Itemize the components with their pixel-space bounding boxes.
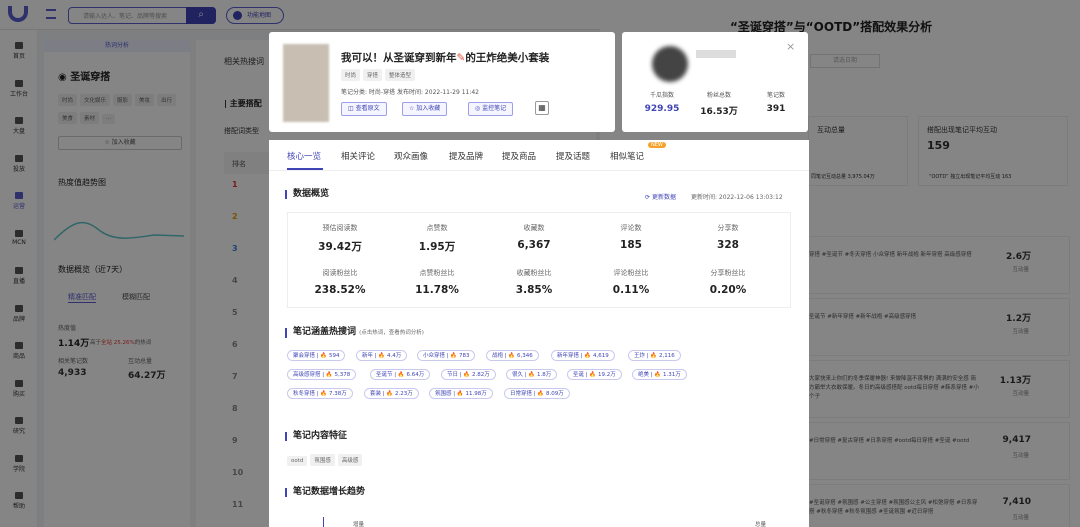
hot-keyword-tag[interactable]: 战袍 | 🔥 6,346	[486, 350, 539, 361]
hot-keyword-tag[interactable]: 很久 | 🔥 1.8万	[506, 369, 558, 380]
note-meta: 笔记分类: 时尚-穿搭 发布时间: 2022-11-29 11:42	[341, 89, 479, 96]
note-detail-modal: 核心一览 相关评论 观众画像 提及品牌 提及商品 提及话题 相似笔记 NEW 数据概览 ⟳ 更…	[269, 140, 809, 527]
author-stat: 笔记数 391	[766, 92, 786, 114]
note-card: 我可以！从圣诞穿到新年✎的王炸绝美小套装 时尚 穿搭 整体造型 笔记分类: 时尚-穿…	[269, 32, 615, 132]
author-card: × 千瓜指数 929.95 粉丝总数 16.53万 笔记数 391	[622, 32, 808, 132]
author-stat: 粉丝总数 16.53万	[700, 92, 738, 117]
metric: 分享粉丝比 0.20%	[709, 269, 747, 296]
metric: 收藏粉丝比 3.85%	[515, 269, 553, 296]
metric: 点赞数 1.95万	[418, 224, 456, 253]
close-icon[interactable]: ×	[786, 40, 795, 53]
feature-tag: 氛围感	[310, 454, 335, 466]
metric: 评论数 185	[620, 224, 642, 251]
note-tags: 时尚 穿搭 整体造型	[341, 69, 418, 81]
tab-0[interactable]: 核心一览	[287, 150, 321, 162]
refresh-button[interactable]: ⟳ 更新数据	[645, 192, 676, 201]
hot-keyword-tag[interactable]: 圣诞 | 🔥 19.2万	[567, 369, 622, 380]
tab-4[interactable]: 提及商品	[502, 150, 536, 162]
growth-right-label: 总量	[755, 522, 767, 527]
hot-keyword-tag[interactable]: 秋冬穿搭 | 🔥 7.38万	[287, 388, 353, 399]
metrics-grid: 预估阅读数 39.42万 点赞数 1.95万 收藏数 6,367 评论数 185 分享数 328 阅…	[287, 212, 791, 308]
note-tag: 整体造型	[385, 69, 416, 81]
tab-1[interactable]: 相关评论	[341, 150, 375, 162]
author-name-blur	[696, 50, 736, 58]
monitor-note-button[interactable]: ◎ 监控笔记	[468, 102, 514, 116]
tab-2[interactable]: 观众画像	[394, 150, 428, 162]
view-original-button[interactable]: ◫ 查看原文	[341, 102, 387, 116]
metric: 预估阅读数 39.42万	[318, 224, 362, 253]
metric: 评论粉丝比 0.11%	[612, 269, 650, 296]
hot-keyword-tag[interactable]: 圣诞节 | 🔥 6.64万	[370, 369, 431, 380]
new-badge: NEW	[648, 142, 666, 148]
hot-keyword-tag[interactable]: 王炸 | 🔥 2,116	[628, 350, 681, 361]
metric: 阅读粉丝比 238.52%	[314, 269, 366, 296]
keyword-tags: 聚会穿搭 | 🔥 594 新年 | 🔥 4.4万 小众穿搭 | 🔥 783 战袍 | …	[287, 350, 807, 410]
hot-keyword-tag[interactable]: 聚会穿搭 | 🔥 594	[287, 350, 346, 361]
hot-keyword-tag[interactable]: 新年 | 🔥 4.4万	[356, 350, 408, 361]
growth-axis	[323, 517, 324, 527]
qr-code-icon[interactable]: ▦	[535, 101, 549, 115]
hot-keyword-tag[interactable]: 日常穿搭 | 🔥 8.09万	[504, 388, 570, 399]
feature-tag: 高级感	[337, 454, 363, 466]
feature-tag: ootd	[287, 456, 308, 466]
hot-keyword-tag[interactable]: 套装 | 🔥 2.23万	[364, 388, 419, 399]
note-tag: 时尚	[341, 69, 361, 81]
feature-tags: ootd 氛围感 高级感	[287, 454, 365, 466]
hot-keyword-tag[interactable]: 小众穿搭 | 🔥 783	[417, 350, 476, 361]
lipstick-icon: ✎	[456, 52, 466, 64]
hot-keyword-tag[interactable]: 高级感穿搭 | 🔥 5,378	[287, 369, 357, 380]
metric: 点赞粉丝比 11.78%	[415, 269, 459, 296]
hot-keyword-tag[interactable]: 节日 | 🔥 2.82万	[441, 369, 496, 380]
tab-6[interactable]: 相似笔记	[610, 150, 644, 162]
note-title: 我可以！从圣诞穿到新年✎的王炸绝美小套装	[341, 52, 550, 64]
tab-3[interactable]: 提及品牌	[449, 150, 483, 162]
growth-section-title: 笔记数据增长趋势	[285, 488, 365, 497]
features-section-title: 笔记内容特征	[285, 432, 347, 441]
tab-5[interactable]: 提及话题	[556, 150, 590, 162]
growth-left-label: 增量	[353, 522, 365, 527]
metric: 分享数 328	[717, 224, 739, 251]
note-tag: 穿搭	[363, 69, 383, 81]
update-time: 更新时间: 2022-12-06 13:03:12	[691, 194, 783, 201]
author-stat: 千瓜指数 929.95	[644, 92, 680, 114]
author-avatar	[652, 46, 688, 82]
add-favorite-button[interactable]: ☆ 加入收藏	[402, 102, 448, 116]
hot-keyword-tag[interactable]: 氛围感 | 🔥 11.98万	[429, 388, 493, 399]
note-cover-image	[283, 44, 329, 122]
metric: 收藏数 6,367	[517, 224, 551, 251]
hot-keyword-tag[interactable]: 绝美 | 🔥 1.31万	[632, 369, 687, 380]
keywords-section-title: 笔记涵盖热搜词 (点击热词，查看热词分析)	[285, 328, 424, 338]
hot-keyword-tag[interactable]: 新年穿搭 | 🔥 4,619	[551, 350, 615, 361]
overview-section-title: 数据概览	[285, 190, 329, 199]
